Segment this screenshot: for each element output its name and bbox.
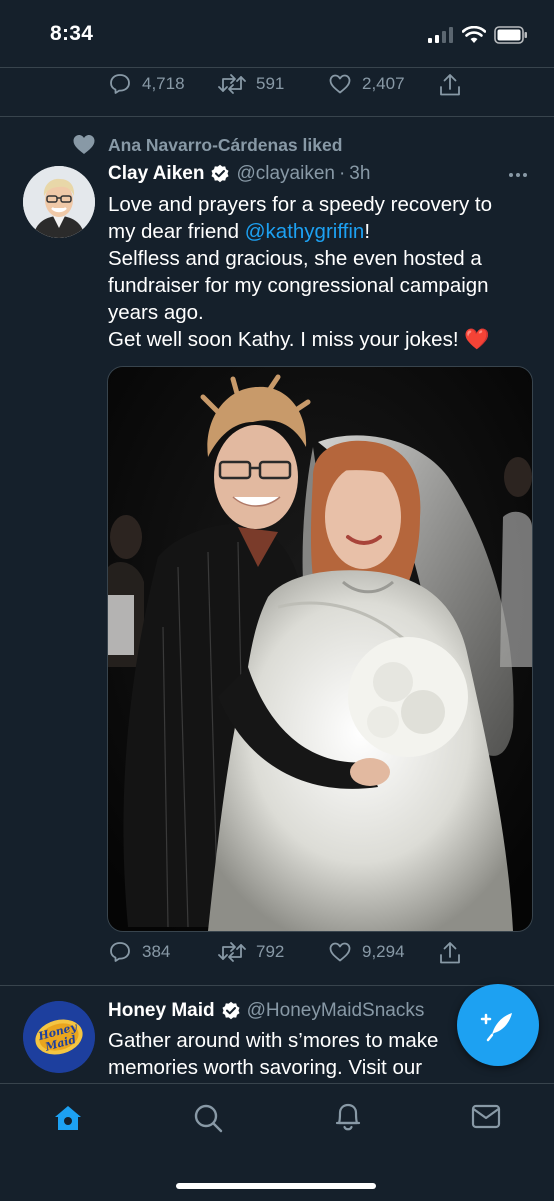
- tweet-actions: 384 792 9,294: [108, 940, 508, 966]
- nav-messages[interactable]: [471, 1104, 501, 1135]
- like-count: 2,407: [362, 74, 405, 93]
- tweet-line: my dear friend @kathygriffin!: [108, 218, 538, 245]
- like-button[interactable]: 2,407: [328, 72, 405, 96]
- author-name[interactable]: Honey Maid: [108, 1000, 215, 1022]
- honey-maid-logo: Honey Maid: [23, 1001, 95, 1073]
- nav-notifications[interactable]: [333, 1101, 363, 1138]
- tweet-header: Honey Maid @HoneyMaidSnacks: [108, 1000, 424, 1022]
- compose-feather-icon: [480, 1013, 512, 1042]
- retweet-icon: [218, 74, 246, 94]
- author-handle[interactable]: @HoneyMaidSnacks: [247, 1000, 425, 1022]
- tweet-text-segment: !: [364, 220, 371, 243]
- status-time: 8:34: [50, 22, 94, 45]
- divider: [0, 985, 554, 986]
- retweet-count: 591: [256, 74, 285, 93]
- tweet-header: Clay Aiken @clayaiken · 3h: [108, 163, 370, 185]
- reply-icon: [110, 942, 130, 962]
- compose-tweet-button[interactable]: [457, 984, 539, 1066]
- reply-button[interactable]: 4,718: [108, 72, 185, 96]
- heart-outline-icon: [329, 74, 351, 94]
- prev-tweet-actions: 4,718 591 2,407: [108, 72, 508, 98]
- share-button[interactable]: [438, 940, 462, 966]
- retweet-icon: [218, 942, 246, 962]
- tweet-line: Get well soon Kathy. I miss your jokes! …: [108, 328, 490, 351]
- nav-search[interactable]: [193, 1103, 223, 1138]
- author-name[interactable]: Clay Aiken: [108, 163, 204, 185]
- reply-count: 4,718: [142, 74, 185, 93]
- reply-count: 384: [142, 942, 171, 961]
- tweet-body: Love and prayers for a speedy recovery t…: [108, 191, 538, 353]
- liked-context-text: Ana Navarro-Cárdenas liked: [108, 135, 343, 155]
- dot-separator: ·: [338, 163, 346, 184]
- mention-link[interactable]: @kathygriffin: [245, 220, 365, 243]
- reply-button[interactable]: 384: [108, 940, 170, 964]
- notifications-icon: [335, 1103, 361, 1131]
- battery-icon: [494, 26, 527, 44]
- share-icon: [440, 74, 460, 96]
- liked-context-heart-icon: [72, 133, 96, 160]
- search-icon: [194, 1104, 223, 1133]
- heart-outline-icon: [329, 942, 351, 962]
- tweet-line: fundraiser for my congressional campaign: [108, 274, 489, 297]
- tweet-line: Love and prayers for a speedy recovery t…: [108, 193, 493, 216]
- nav-home[interactable]: [53, 1103, 83, 1138]
- status-icons: [428, 24, 528, 46]
- tweet-line: years ago.: [108, 301, 204, 324]
- author-handle[interactable]: @clayaiken: [236, 163, 335, 185]
- tweet-photo[interactable]: [107, 366, 533, 932]
- wifi-icon: [462, 26, 486, 43]
- messages-icon: [471, 1104, 501, 1129]
- retweet-button[interactable]: 591: [218, 72, 284, 96]
- divider: [0, 116, 554, 117]
- tweet-time[interactable]: 3h: [349, 163, 370, 185]
- share-icon: [440, 942, 460, 964]
- tweet-line: Selfless and gracious, she even hosted a: [108, 247, 482, 270]
- share-button[interactable]: [438, 72, 462, 98]
- more-options-button[interactable]: [508, 166, 528, 184]
- retweet-count: 792: [256, 942, 285, 961]
- honey-maid-avatar[interactable]: Honey Maid: [23, 1001, 95, 1073]
- like-button[interactable]: 9,294: [328, 940, 405, 964]
- cellular-signal-icon: [428, 27, 453, 43]
- tweet-text-segment: my dear friend: [108, 220, 245, 243]
- home-icon: [55, 1106, 81, 1130]
- reply-icon: [110, 74, 130, 94]
- divider: [0, 67, 554, 68]
- like-count: 9,294: [362, 942, 405, 961]
- clay-aiken-avatar[interactable]: [23, 166, 95, 238]
- verified-badge-icon: [211, 164, 229, 183]
- more-dots-icon: [509, 173, 527, 177]
- retweet-button[interactable]: 792: [218, 940, 284, 964]
- verified-badge-icon: [222, 1001, 240, 1020]
- home-indicator: [176, 1183, 376, 1189]
